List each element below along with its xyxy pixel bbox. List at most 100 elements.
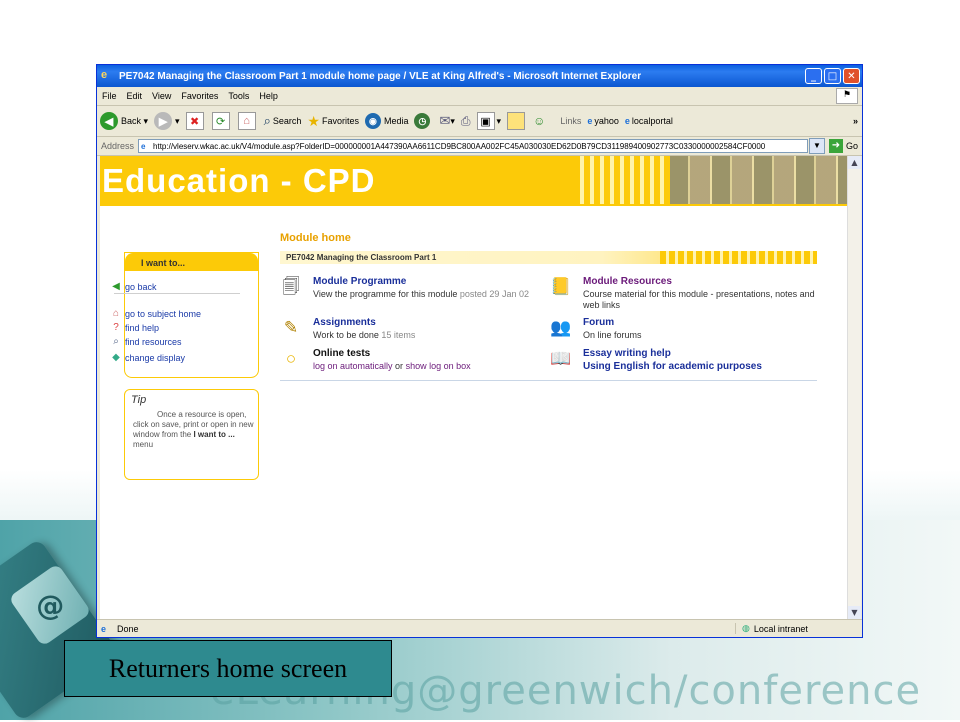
i-want-to-heading: I want to... xyxy=(125,253,258,271)
ie-logo-icon: e xyxy=(101,69,108,81)
status-text: Done xyxy=(117,623,139,634)
module-name: PE7042 Managing the Classroom Part 1 xyxy=(286,253,437,262)
menu-view[interactable]: View xyxy=(152,91,171,101)
media-button[interactable]: ◉ Media xyxy=(364,113,409,129)
address-dropdown-button[interactable]: ▼ xyxy=(808,138,825,154)
menu-favorites[interactable]: Favorites xyxy=(181,91,218,101)
online-tests-item: ○ Online tests log on automatically or s… xyxy=(280,348,550,376)
menu-edit[interactable]: Edit xyxy=(127,91,143,101)
menu-file[interactable]: File xyxy=(102,91,117,101)
address-input[interactable]: http://vleserv.wkac.ac.uk/V4/module.asp?… xyxy=(138,139,808,153)
media-icon: ◉ xyxy=(364,113,381,129)
refresh-button[interactable]: ⟳ xyxy=(211,112,232,130)
change-display-label: change display xyxy=(125,352,186,363)
find-help-label: find help xyxy=(125,322,160,333)
log-on-automatically-link[interactable]: log on automatically xyxy=(313,361,393,371)
palette-icon: ◆ xyxy=(112,352,120,363)
mail-button[interactable]: ✉ ▾ xyxy=(439,113,454,129)
history-button[interactable]: ◷ xyxy=(414,113,433,129)
printer-icon: ⎙ xyxy=(460,113,471,128)
scroll-up-button[interactable]: ▲ xyxy=(848,156,861,169)
minimize-button[interactable]: _ xyxy=(805,68,822,84)
module-bar-stripes xyxy=(660,251,817,264)
forward-button[interactable]: ▶ ▾ xyxy=(154,112,180,130)
module-home-heading: Module home xyxy=(280,232,351,244)
forward-arrow-icon: ▶ xyxy=(154,112,173,130)
link-yahoo[interactable]: e yahoo xyxy=(587,116,619,126)
favorites-label: Favorites xyxy=(321,116,359,126)
print-button[interactable]: ⎙ xyxy=(461,114,471,129)
forum-link[interactable]: Forum xyxy=(583,317,614,328)
english-academic-link[interactable]: Using English for academic purposes xyxy=(583,361,762,372)
slide-caption: Returners home screen xyxy=(64,640,392,697)
subject-home-link[interactable]: ⌂ go to subject home xyxy=(110,308,201,319)
home-button[interactable]: ⌂ xyxy=(237,112,258,130)
go-back-link[interactable]: ◀ go back xyxy=(110,281,156,292)
items-divider xyxy=(280,380,817,381)
media-label: Media xyxy=(383,116,409,126)
assignments-link[interactable]: Assignments xyxy=(313,317,376,328)
link-localportal-label: localportal xyxy=(631,116,673,126)
ie-page-icon: e xyxy=(624,116,630,126)
programme-desc-text: View the programme for this module xyxy=(313,289,458,299)
back-arrow-icon: ◀ xyxy=(100,112,118,130)
link-localportal[interactable]: e localportal xyxy=(625,116,673,126)
programme-posted: posted 29 Jan 02 xyxy=(457,289,529,299)
search-button[interactable]: ⌕ Search xyxy=(264,113,302,129)
find-help-link[interactable]: ? find help xyxy=(110,322,159,333)
essay-help-link[interactable]: Essay writing help xyxy=(583,348,671,359)
stop-icon: ✖ xyxy=(185,112,204,130)
go-button[interactable]: ➜ Go xyxy=(828,139,858,153)
favorites-button[interactable]: ★ Favorites xyxy=(307,113,359,130)
module-resources-desc: Course material for this module - presen… xyxy=(583,289,815,310)
toolbar-overflow-icon[interactable]: » xyxy=(853,116,858,126)
intranet-icon: ◍ xyxy=(742,623,750,633)
vertical-scrollbar[interactable]: ▲ ▼ xyxy=(847,156,861,619)
module-resources-link[interactable]: Module Resources xyxy=(583,276,672,287)
tip-bold: I want to ... xyxy=(193,430,235,439)
forum-desc: On line forums xyxy=(583,330,642,340)
standard-toolbar: ◀ Back ▾ ▶ ▾ ✖ ⟳ ⌂ ⌕ Search ★ Favorites ◉… xyxy=(97,106,862,137)
lightbulb-icon: ○ xyxy=(285,349,297,368)
history-icon: ◷ xyxy=(414,113,431,129)
link-yahoo-label: yahoo xyxy=(594,116,619,126)
search-icon: ⌕ xyxy=(263,113,271,128)
find-resources-label: find resources xyxy=(125,336,182,347)
show-log-on-box-link[interactable]: show log on box xyxy=(406,361,471,371)
find-resources-link[interactable]: ⌕ find resources xyxy=(110,336,182,347)
windows-logo-icon: ⚑ xyxy=(836,88,858,104)
messenger-icon: ☺ xyxy=(533,114,546,128)
star-icon: ★ xyxy=(307,112,320,129)
assignments-count: 15 items xyxy=(378,330,416,340)
change-display-link[interactable]: ◆ change display xyxy=(110,352,185,363)
book-icon: 📒 xyxy=(550,277,572,296)
discuss-icon xyxy=(507,112,526,130)
zone-label: Local intranet xyxy=(753,623,808,634)
window-title: PE7042 Managing the Classroom Part 1 mod… xyxy=(119,70,642,82)
online-tests-title: Online tests xyxy=(313,348,371,359)
module-resources-item: 📒 Module Resources Course material for t… xyxy=(550,276,820,310)
home-icon: ⌂ xyxy=(237,112,256,130)
tip-text: Once a resource is open, click on save, … xyxy=(133,410,255,450)
menu-help[interactable]: Help xyxy=(259,91,278,101)
stop-button[interactable]: ✖ xyxy=(185,112,206,130)
back-button[interactable]: ◀ Back ▾ xyxy=(100,112,148,130)
maximize-button[interactable]: □ xyxy=(824,68,841,84)
messenger-button[interactable]: ☺ xyxy=(533,114,545,128)
banner-photos xyxy=(670,156,850,204)
discuss-button[interactable] xyxy=(507,112,527,130)
edit-button[interactable]: ▣ ▾ xyxy=(476,112,501,130)
banner-stripes xyxy=(580,156,670,204)
assignments-item: ✎ Assignments Work to be done 15 items xyxy=(280,317,550,345)
close-button[interactable]: ✕ xyxy=(843,68,860,84)
menu-tools[interactable]: Tools xyxy=(228,91,249,101)
address-label: Address xyxy=(101,141,135,151)
module-programme-item: 🗐 Module Programme View the programme fo… xyxy=(280,276,550,310)
scroll-down-button[interactable]: ▼ xyxy=(848,606,861,619)
site-banner: Education - CPD xyxy=(100,156,852,206)
browser-window: e PE7042 Managing the Classroom Part 1 m… xyxy=(96,64,863,638)
home-icon: ⌂ xyxy=(112,308,120,319)
module-programme-link[interactable]: Module Programme xyxy=(313,276,406,287)
edit-icon: ▣ xyxy=(476,112,495,130)
ie-page-icon: e xyxy=(587,116,593,126)
